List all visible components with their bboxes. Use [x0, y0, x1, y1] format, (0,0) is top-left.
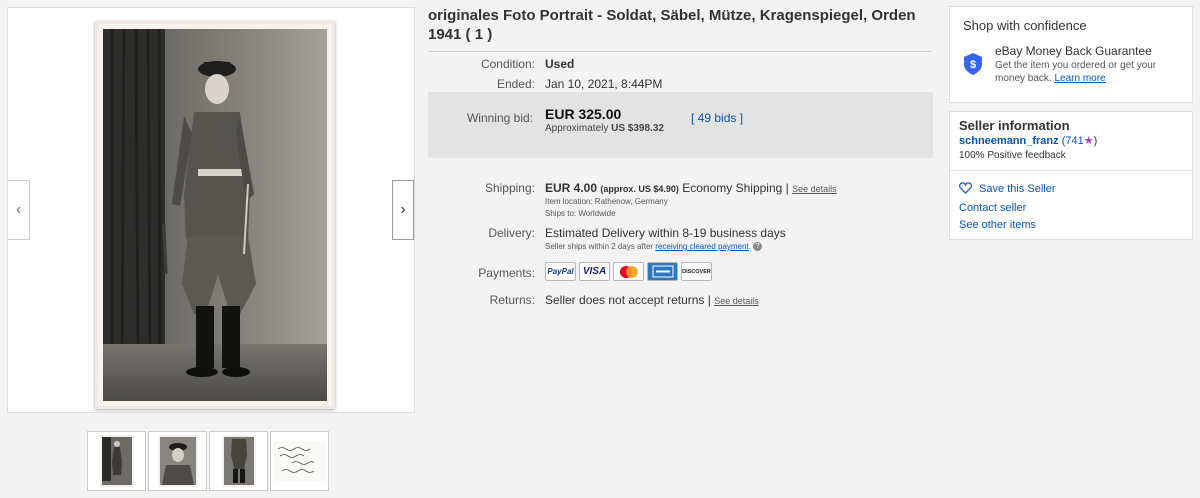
paypal-icon: PayPal	[545, 262, 576, 281]
approx-prefix: Approximately	[545, 123, 609, 134]
seller-name-row: schneemann_franz (741★)	[959, 134, 1097, 147]
thumbnail-3[interactable]	[209, 431, 268, 491]
learn-more-link[interactable]: Learn more	[1054, 73, 1105, 84]
shipping-label: Shipping:	[484, 181, 535, 195]
feedback-close: )	[1093, 135, 1098, 147]
guarantee-title: eBay Money Back Guarantee	[995, 44, 1152, 58]
discover-icon: DISCOVER	[681, 262, 712, 281]
shop-with-confidence-card: Shop with confidence $ eBay Money Back G…	[949, 6, 1193, 103]
visa-icon: VISA	[579, 262, 610, 281]
delivery-label: Delivery:	[488, 226, 535, 240]
separator: |	[707, 293, 711, 307]
winning-bid-value: EUR 325.00	[545, 106, 622, 122]
chevron-right-icon: ›	[400, 201, 406, 218]
returns-see-details-link[interactable]: See details	[714, 296, 759, 306]
payments-label: Payments:	[478, 266, 535, 280]
shipping-value-group: EUR 4.00 (approx. US $4.90) Economy Ship…	[545, 181, 837, 195]
next-image-button[interactable]: ›	[392, 180, 414, 240]
save-seller-button[interactable]: Save this Seller	[959, 182, 1056, 195]
save-seller-label[interactable]: Save this Seller	[979, 183, 1055, 195]
payment-icons: PayPal VISA DISCOVER	[545, 262, 712, 281]
see-other-items-link[interactable]: See other items	[959, 219, 1036, 231]
amex-icon	[647, 262, 678, 281]
seller-heading: Seller information	[959, 118, 1070, 133]
delivery-value: Estimated Delivery within 8-19 business …	[545, 226, 786, 240]
guarantee-text-1: Get the item you ordered or get your	[995, 60, 1157, 71]
svg-text:$: $	[970, 59, 976, 71]
returns-value: Seller does not accept returns	[545, 293, 705, 307]
chevron-left-icon: ‹	[15, 201, 22, 218]
listing-fields: Condition: Used Ended: Jan 10, 2021, 8:4…	[428, 0, 935, 498]
thumbnail-2[interactable]	[148, 431, 207, 491]
shipping-method: Economy Shipping	[682, 181, 783, 195]
delivery-subtext: Seller ships within 2 days after receivi…	[545, 241, 763, 252]
shipping-cost: EUR 4.00	[545, 181, 598, 195]
delivery-sub-prefix: Seller ships within 2 days after	[545, 242, 654, 251]
star-icon: ★	[1083, 135, 1094, 147]
contact-seller-link[interactable]: Contact seller	[959, 202, 1026, 214]
thumbnail-4[interactable]	[270, 431, 329, 491]
shipping-see-details-link[interactable]: See details	[792, 184, 837, 194]
condition-value: Used	[545, 57, 575, 71]
heart-icon	[959, 182, 972, 194]
confidence-heading: Shop with confidence	[963, 18, 1087, 33]
guarantee-text-2-group: money back. Learn more	[995, 73, 1106, 84]
shipping-approx: (approx. US $4.90)	[600, 184, 679, 194]
main-photo[interactable]	[95, 21, 335, 409]
mastercard-icon	[613, 262, 644, 281]
thumbnail-1[interactable]	[87, 431, 146, 491]
feedback-score-link[interactable]: (741	[1062, 135, 1084, 147]
shield-dollar-icon: $	[964, 53, 982, 75]
help-icon[interactable]: ?	[753, 242, 763, 252]
thumbnail-strip	[87, 431, 329, 493]
ships-to: Ships to: Worldwide	[545, 209, 616, 218]
condition-label: Condition:	[480, 57, 535, 71]
cleared-payment-link[interactable]: receiving cleared payment	[655, 242, 748, 251]
approx-price: Approximately US $398.32	[545, 123, 664, 134]
winning-bid-label: Winning bid:	[466, 111, 533, 125]
separator: |	[785, 181, 789, 195]
seller-information-card: Seller information schneemann_franz (741…	[949, 111, 1193, 240]
visa-icon-label: VISA	[582, 266, 607, 277]
approx-value: US $398.32	[611, 123, 664, 134]
returns-label: Returns:	[489, 293, 535, 307]
divider	[950, 170, 1192, 171]
item-location: Item location: Rathenow, Germany	[545, 197, 668, 206]
returns-value-group: Seller does not accept returns | See det…	[545, 293, 759, 307]
guarantee-text-2: money back.	[995, 73, 1052, 84]
ended-label: Ended:	[496, 77, 535, 91]
bid-box: Winning bid: EUR 325.00 Approximately US…	[428, 92, 933, 158]
ended-value: Jan 10, 2021, 8:44PM	[545, 77, 663, 91]
seller-name-link[interactable]: schneemann_franz	[959, 135, 1059, 147]
positive-feedback: 100% Positive feedback	[959, 150, 1066, 161]
bid-history-link[interactable]: [ 49 bids ]	[691, 111, 743, 125]
previous-image-button[interactable]: ‹	[8, 180, 30, 240]
image-gallery: ‹ ›	[7, 7, 415, 413]
